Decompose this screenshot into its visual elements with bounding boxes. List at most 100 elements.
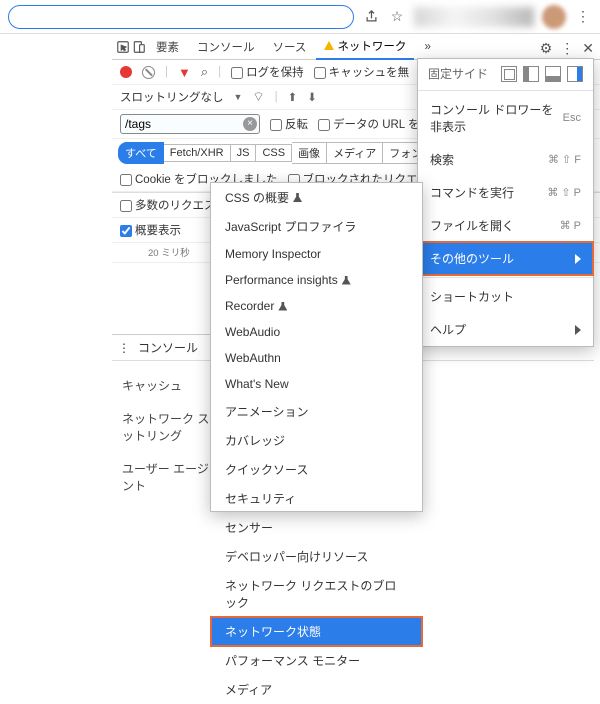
clear-button[interactable] — [142, 66, 155, 79]
devtools-right-controls: ⚙ ⋮ ✕ — [540, 36, 594, 60]
tool-webaudio[interactable]: WebAudio — [211, 319, 422, 345]
menu-run-command-kb: ⌘ ⇧ P — [547, 186, 581, 199]
filter-input[interactable] — [120, 114, 260, 134]
drawer-kebab-icon[interactable]: ⋮ — [118, 341, 130, 355]
inspect-icon[interactable] — [116, 40, 130, 54]
device-toggle-icon[interactable] — [132, 40, 146, 54]
kebab-icon[interactable]: ⋮ — [560, 40, 574, 57]
tab-sources[interactable]: ソース — [265, 35, 315, 59]
tool-quick-source[interactable]: クイックソース — [211, 455, 422, 484]
menu-search-label: 検索 — [430, 151, 454, 168]
drawer-tab-console[interactable]: コンソール — [138, 339, 198, 356]
menu-open-file-label: ファイルを開く — [430, 217, 514, 234]
tool-dev-resources[interactable]: デベロッパー向けリソース — [211, 542, 422, 571]
flask-icon — [278, 302, 287, 311]
dock-bottom-icon[interactable] — [545, 66, 561, 82]
separator — [418, 90, 593, 91]
chevron-right-icon — [575, 254, 581, 264]
extension-area — [414, 7, 534, 27]
tool-js-profiler[interactable]: JavaScript プロファイラ — [211, 212, 422, 241]
dock-label: 固定サイド — [428, 65, 488, 82]
invert-label: 反転 — [285, 119, 308, 131]
overview-checkbox[interactable]: 概要表示 — [120, 222, 181, 238]
chevron-right-icon — [575, 325, 581, 335]
menu-help[interactable]: ヘルプ — [418, 313, 593, 346]
menu-hide-drawer[interactable]: コンソール ドロワーを非表示Esc — [418, 93, 593, 143]
tool-recorder[interactable]: Recorder — [211, 293, 422, 319]
tab-elements[interactable]: 要素 — [148, 35, 187, 59]
dock-side-row: 固定サイド — [418, 59, 593, 88]
filter-media[interactable]: メディア — [327, 142, 383, 164]
preserve-log-label: ログを保持 — [246, 67, 304, 79]
close-devtools-icon[interactable]: ✕ — [582, 40, 594, 57]
tool-perf-monitor[interactable]: パフォーマンス モニター — [211, 646, 422, 675]
hide-dataurls-label: データの URL を — [333, 119, 419, 131]
menu-run-command-label: コマンドを実行 — [430, 184, 514, 201]
disable-cache-checkbox[interactable]: キャッシュを無 — [314, 64, 410, 80]
chevron-down-icon[interactable]: ▼ — [234, 92, 243, 102]
tool-css-overview[interactable]: CSS の概要 — [211, 183, 422, 212]
tool-animation[interactable]: アニメーション — [211, 397, 422, 426]
hide-dataurls-checkbox[interactable]: データの URL を — [318, 116, 419, 132]
invert-checkbox[interactable]: 反転 — [270, 116, 308, 132]
flask-icon — [293, 193, 302, 202]
item-label: CSS の概要 — [225, 189, 289, 206]
tool-perf-insights[interactable]: Performance insights — [211, 267, 422, 293]
menu-search[interactable]: 検索 ⌘ ⇧ F — [418, 143, 593, 176]
filter-css[interactable]: CSS — [256, 144, 292, 162]
settings-dropdown: 固定サイド コンソール ドロワーを非表示Esc 検索 ⌘ ⇧ F コマンドを実行 ⌘… — [417, 58, 594, 347]
filter-all[interactable]: すべて — [118, 142, 164, 164]
url-field[interactable] — [8, 5, 354, 29]
search-icon[interactable]: ⌕ — [201, 64, 208, 80]
filter-img[interactable]: 画像 — [292, 142, 327, 164]
record-button[interactable] — [120, 66, 132, 78]
dock-left-icon[interactable] — [523, 66, 539, 82]
tool-media[interactable]: メディア — [211, 675, 422, 704]
wifi-icon[interactable]: ⌔ — [252, 89, 264, 105]
menu-more-tools[interactable]: その他のツール — [418, 242, 593, 275]
throttling-select[interactable]: スロットリングなし — [120, 89, 224, 105]
menu-hide-drawer-kb: Esc — [563, 112, 581, 124]
tool-coverage[interactable]: カバレッジ — [211, 426, 422, 455]
menu-hide-drawer-label: コンソール ドロワーを非表示 — [430, 101, 563, 135]
timeline-tick: 20 ミリ秒 — [148, 248, 190, 259]
menu-shortcuts[interactable]: ショートカット — [418, 280, 593, 313]
tool-block-requests[interactable]: ネットワーク リクエストのブロック — [211, 571, 422, 617]
tab-network-label: ネットワーク — [337, 38, 406, 54]
filter-js[interactable]: JS — [231, 144, 257, 162]
overview-label: 概要表示 — [135, 225, 181, 237]
tool-whats-new[interactable]: What's New — [211, 371, 422, 397]
share-icon[interactable] — [362, 8, 380, 26]
tab-network[interactable]: ネットワーク — [316, 34, 414, 60]
dock-undock-icon[interactable] — [501, 66, 517, 82]
more-tools-submenu: CSS の概要 JavaScript プロファイラ Memory Inspect… — [210, 182, 423, 512]
tool-sensors[interactable]: センサー — [211, 513, 422, 542]
menu-open-file[interactable]: ファイルを開く ⌘ P — [418, 209, 593, 242]
preserve-log-checkbox[interactable]: ログを保持 — [231, 64, 304, 80]
profile-avatar[interactable] — [542, 5, 566, 29]
browser-toolbar: ☆ ⋮ — [0, 0, 600, 34]
menu-open-file-kb: ⌘ P — [560, 219, 581, 232]
bookmark-star-icon[interactable]: ☆ — [388, 8, 406, 26]
tool-network-state[interactable]: ネットワーク状態 — [211, 617, 422, 646]
tool-memory-inspector[interactable]: Memory Inspector — [211, 241, 422, 267]
settings-gear-icon[interactable]: ⚙ — [540, 40, 553, 57]
menu-run-command[interactable]: コマンドを実行 ⌘ ⇧ P — [418, 176, 593, 209]
menu-help-label: ヘルプ — [430, 321, 466, 338]
item-label: Performance insights — [225, 273, 338, 287]
kebab-menu-icon[interactable]: ⋮ — [574, 8, 592, 26]
upload-har-icon[interactable]: ⬆ — [288, 90, 298, 104]
tool-webauthn[interactable]: WebAuthn — [211, 345, 422, 371]
dock-right-icon[interactable] — [567, 66, 583, 82]
clear-filter-icon[interactable]: × — [243, 117, 257, 131]
tab-console[interactable]: コンソール — [189, 35, 263, 59]
disable-cache-label: キャッシュを無 — [329, 67, 410, 79]
filter-input-wrap: × — [120, 114, 260, 134]
menu-more-tools-label: その他のツール — [430, 250, 514, 267]
tabs-overflow-icon[interactable]: » — [416, 37, 438, 57]
download-har-icon[interactable]: ⬇ — [307, 90, 317, 104]
menu-search-kb: ⌘ ⇧ F — [548, 153, 581, 166]
tool-security[interactable]: セキュリティ — [211, 484, 422, 513]
filter-toggle-icon[interactable]: ▼ — [178, 65, 191, 80]
filter-fetchxhr[interactable]: Fetch/XHR — [164, 144, 231, 162]
